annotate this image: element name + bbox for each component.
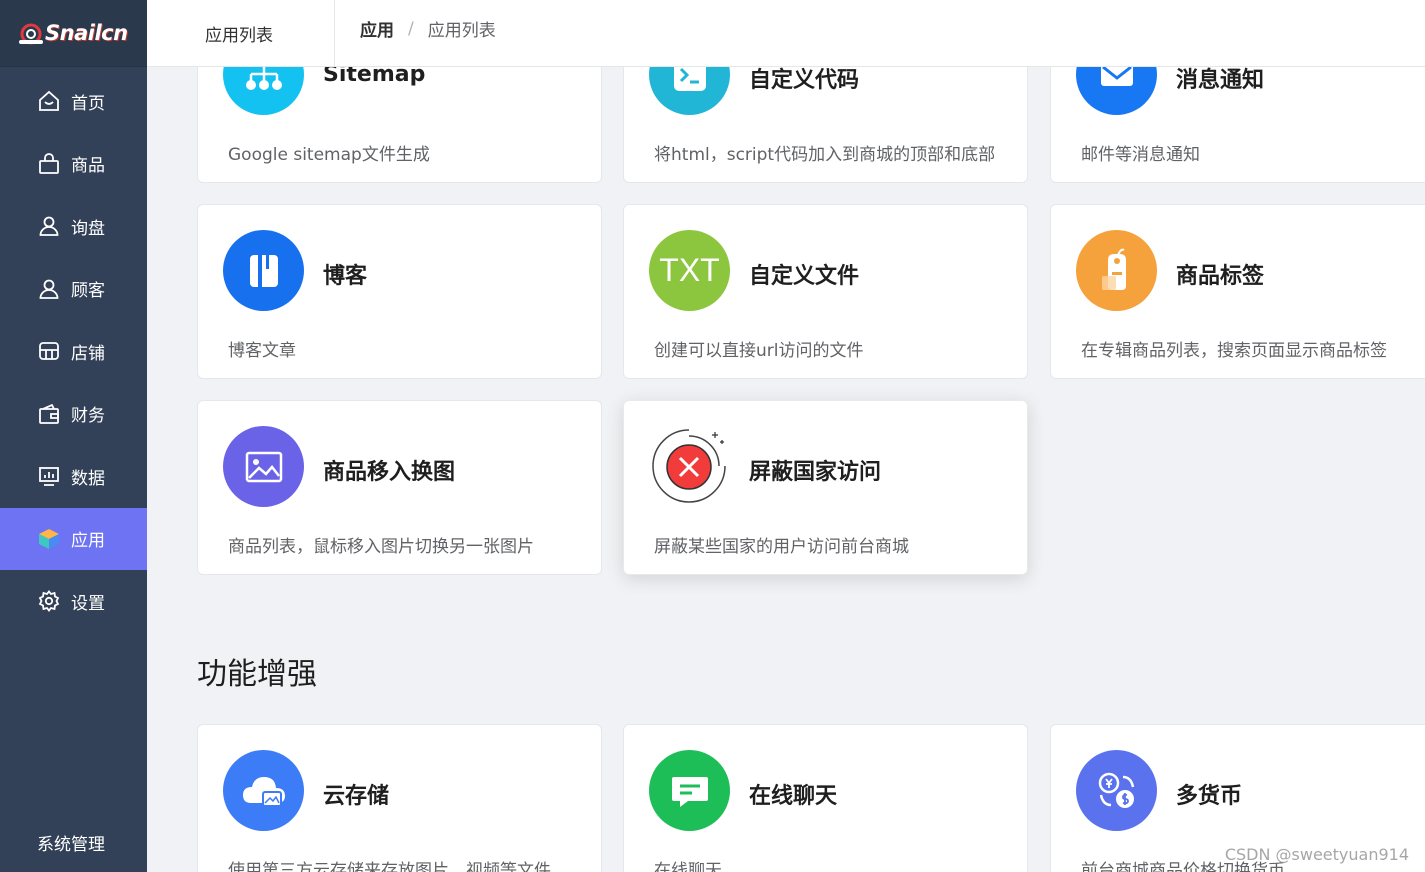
sidebar-item-apps[interactable]: 应用 — [0, 507, 147, 570]
cloud-icon — [223, 750, 304, 831]
app-description: 屏蔽某些国家的用户访问前台商城 — [654, 537, 909, 557]
app-card-image-swap[interactable]: 商品移入换图 商品列表，鼠标移入图片切换另一张图片 — [197, 400, 602, 575]
app-title: 商品移入换图 — [323, 460, 456, 485]
app-card-custom-code[interactable]: 自定义代码 将html，script代码加入到商城的顶部和底部 — [623, 67, 1028, 183]
wallet-icon — [39, 403, 59, 424]
app-title: 多货币 — [1176, 784, 1243, 809]
app-card-sitemap[interactable]: Sitemap Google sitemap文件生成 — [197, 67, 602, 183]
chat-icon — [649, 750, 730, 831]
app-title: 博客 — [323, 264, 368, 289]
tab-app-list[interactable]: 应用列表 — [147, 0, 335, 67]
system-management-link[interactable]: 系统管理 — [37, 830, 105, 855]
app-card-custom-file[interactable]: TXT 自定义文件 创建可以直接url访问的文件 — [623, 204, 1028, 379]
sidebar-item-settings[interactable]: 设置 — [0, 570, 147, 633]
snail-logo-icon — [19, 23, 43, 45]
app-description: 商品列表，鼠标移入图片切换另一张图片 — [228, 537, 534, 557]
sidebar-item-label: 店铺 — [71, 343, 105, 364]
sidebar-item-finance[interactable]: 财务 — [0, 383, 147, 446]
main-content: Sitemap Google sitemap文件生成 自定义代码 将html，s… — [147, 67, 1425, 872]
app-description: 在专辑商品列表，搜索页面显示商品标签 — [1081, 341, 1387, 361]
app-description: 在线聊天 — [654, 861, 722, 872]
store-icon — [39, 342, 59, 361]
sidebar-item-inquiry[interactable]: 询盘 — [0, 195, 147, 258]
app-title: 自定义代码 — [749, 68, 860, 93]
app-title: 在线聊天 — [749, 784, 838, 809]
app-description: 创建可以直接url访问的文件 — [654, 341, 864, 361]
sidebar: Snailcn 首页 商品 询盘 顾客 店铺 财务 数据 应用 设置 系统管理 — [0, 0, 147, 872]
watermark-text: CSDN @sweetyuan914 — [1224, 845, 1409, 864]
app-description: Google sitemap文件生成 — [228, 145, 430, 165]
sidebar-item-label: 首页 — [71, 93, 105, 114]
user-icon — [39, 279, 59, 299]
block-icon — [649, 426, 730, 507]
breadcrumb-current: 应用列表 — [427, 21, 496, 41]
sidebar-item-data[interactable]: 数据 — [0, 445, 147, 508]
sidebar-item-label: 设置 — [71, 593, 105, 614]
app-title: 消息通知 — [1176, 68, 1265, 93]
chart-icon — [39, 467, 59, 487]
tag-icon — [1076, 230, 1157, 311]
app-description: 使用第三方云存储来存放图片，视频等文件 — [228, 861, 551, 872]
sitemap-icon — [223, 67, 304, 115]
app-title: 屏蔽国家访问 — [749, 460, 882, 485]
app-card-live-chat[interactable]: 在线聊天 在线聊天 — [623, 724, 1028, 872]
sidebar-item-label: 应用 — [71, 531, 105, 552]
app-card-cloud-storage[interactable]: 云存储 使用第三方云存储来存放图片，视频等文件 — [197, 724, 602, 872]
txt-file-icon: TXT — [649, 230, 730, 311]
section-title: 功能增强 — [197, 657, 317, 692]
app-title: 云存储 — [323, 784, 390, 809]
app-card-notifications[interactable]: 消息通知 邮件等消息通知 — [1050, 67, 1425, 183]
sidebar-item-label: 财务 — [71, 406, 105, 427]
sidebar-item-products[interactable]: 商品 — [0, 133, 147, 196]
sidebar-item-label: 询盘 — [71, 218, 105, 239]
app-card-blog[interactable]: 博客 博客文章 — [197, 204, 602, 379]
breadcrumb-separator: / — [408, 18, 414, 39]
app-description: 博客文章 — [228, 341, 296, 361]
currency-icon — [1076, 750, 1157, 831]
box-icon — [39, 528, 59, 549]
top-header: 应用列表 应用 / 应用列表 — [147, 0, 1425, 67]
user-icon — [39, 216, 59, 237]
app-card-product-tags[interactable]: 商品标签 在专辑商品列表，搜索页面显示商品标签 — [1050, 204, 1425, 379]
mail-icon — [1076, 67, 1157, 115]
app-description: 邮件等消息通知 — [1081, 145, 1200, 165]
book-icon — [223, 230, 304, 311]
txt-icon-label: TXT — [659, 252, 720, 288]
terminal-icon — [649, 67, 730, 115]
breadcrumb-apps[interactable]: 应用 — [360, 16, 394, 41]
sidebar-item-label: 顾客 — [71, 281, 105, 302]
app-card-block-countries[interactable]: 屏蔽国家访问 屏蔽某些国家的用户访问前台商城 — [623, 400, 1028, 575]
app-description: 将html，script代码加入到商城的顶部和底部 — [654, 145, 996, 165]
app-title: Sitemap — [323, 67, 426, 87]
sidebar-item-home[interactable]: 首页 — [0, 70, 147, 133]
brand-logo[interactable]: Snailcn — [0, 0, 147, 67]
breadcrumb: 应用 / 应用列表 — [360, 16, 496, 42]
sidebar-item-label: 数据 — [71, 468, 105, 489]
home-icon — [39, 91, 59, 112]
app-title: 商品标签 — [1176, 264, 1265, 289]
sidebar-item-label: 商品 — [71, 156, 105, 177]
sidebar-nav: 首页 商品 询盘 顾客 店铺 财务 数据 应用 设置 — [0, 70, 147, 633]
sidebar-item-customers[interactable]: 顾客 — [0, 258, 147, 321]
sidebar-item-store[interactable]: 店铺 — [0, 320, 147, 383]
image-icon — [223, 426, 304, 507]
app-title: 自定义文件 — [749, 264, 860, 289]
bag-icon — [39, 152, 59, 174]
brand-name: Snailcn — [45, 21, 128, 45]
gear-icon — [38, 590, 60, 613]
